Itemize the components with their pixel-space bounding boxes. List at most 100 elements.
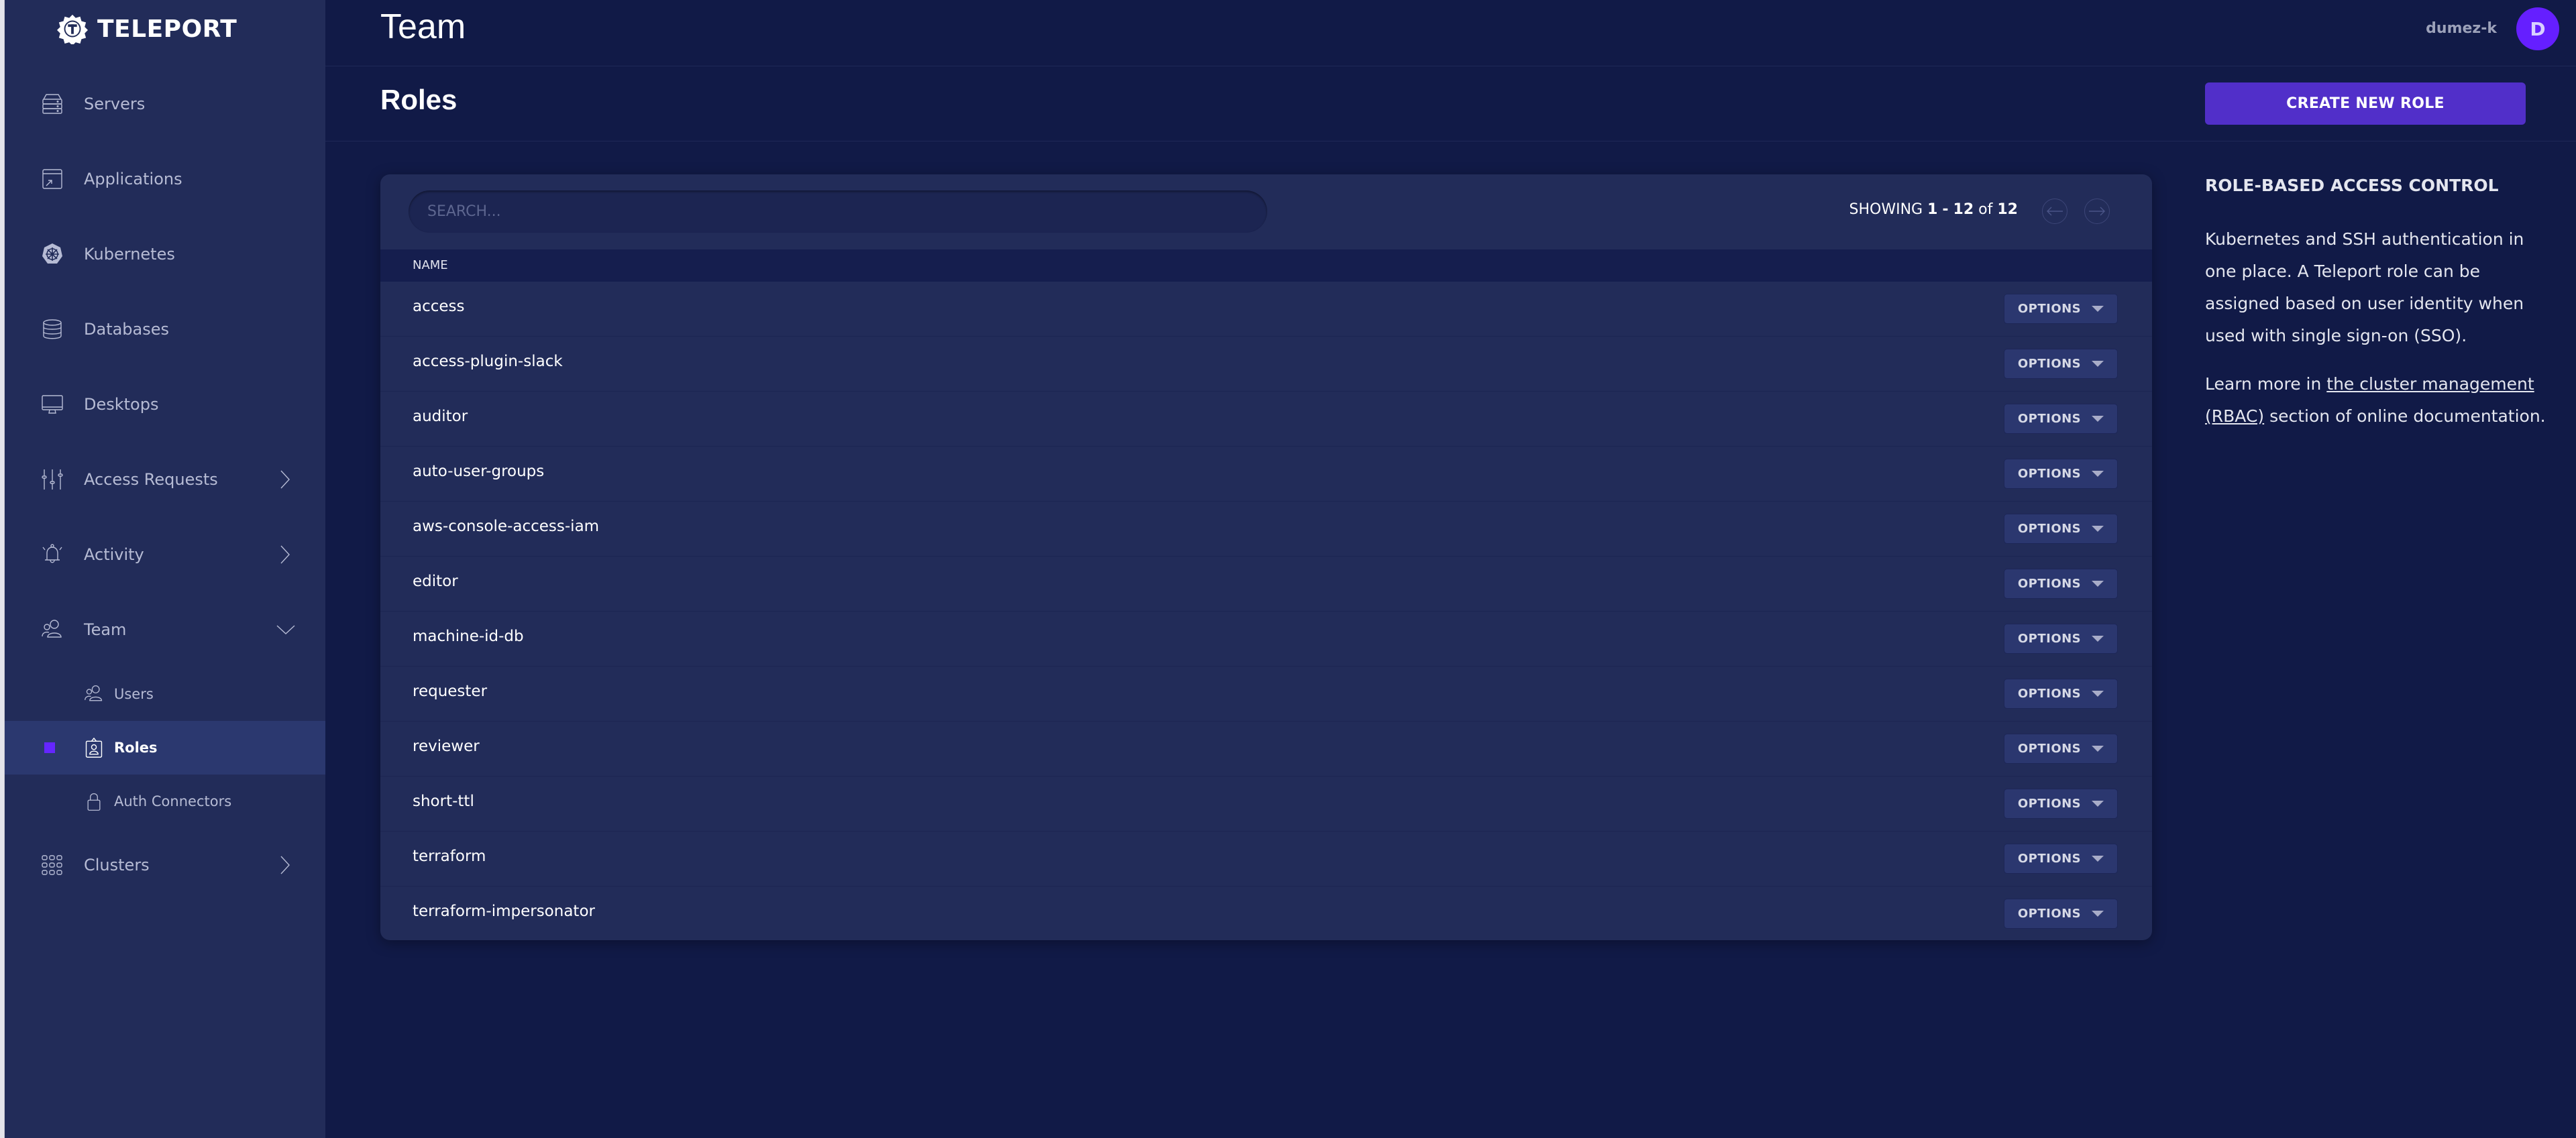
application-icon (41, 168, 64, 190)
avatar[interactable]: D (2516, 7, 2559, 50)
options-label: OPTIONS (2017, 797, 2082, 811)
table-row: machine-id-db OPTIONS (380, 612, 2152, 667)
options-button[interactable]: OPTIONS (2004, 679, 2118, 709)
sidebar-item-label: Servers (84, 95, 146, 113)
sidebar-item-desktops[interactable]: Desktops (5, 367, 325, 442)
sidebar-item-label: Databases (84, 320, 170, 339)
sidebar: TELEPORT Servers Applications Kubernetes… (5, 0, 325, 1138)
options-button[interactable]: OPTIONS (2004, 294, 2118, 324)
sidebar-item-team[interactable]: Team (5, 592, 325, 667)
options-button[interactable]: OPTIONS (2004, 349, 2118, 379)
table-toolbar: SHOWING 1 - 12 of 12 (380, 174, 2152, 249)
role-name: aws-console-access-iam (413, 518, 600, 535)
sidebar-subitem-users[interactable]: Users (5, 667, 325, 721)
search-input[interactable] (409, 190, 1267, 233)
column-header-name[interactable]: NAME (413, 258, 448, 272)
chevron-right-icon (277, 854, 293, 876)
table-row: reviewer OPTIONS (380, 722, 2152, 777)
section-title: Roles (380, 84, 458, 115)
options-button[interactable]: OPTIONS (2004, 514, 2118, 544)
create-new-role-button[interactable]: CREATE NEW ROLE (2205, 82, 2526, 125)
previous-page-button[interactable] (2042, 198, 2068, 224)
sidebar-item-databases[interactable]: Databases (5, 292, 325, 367)
sidebar-item-kubernetes[interactable]: Kubernetes (5, 217, 325, 292)
sidebar-item-activity[interactable]: Activity (5, 517, 325, 592)
options-button[interactable]: OPTIONS (2004, 624, 2118, 654)
sidebar-item-access-requests[interactable]: Access Requests (5, 442, 325, 517)
chevron-down-icon (274, 618, 297, 641)
table-row: auto-user-groups OPTIONS (380, 447, 2152, 502)
sidebar-item-label: Team (84, 620, 127, 639)
sidebar-item-label: Applications (84, 170, 182, 188)
pager-dash: - (1942, 201, 1949, 218)
arrow-right-icon (2089, 207, 2105, 216)
chevron-right-icon (277, 543, 293, 566)
background-window-edge (0, 0, 5, 1138)
info-description: Kubernetes and SSH authentication in one… (2205, 229, 2524, 345)
table-row: access OPTIONS (380, 282, 2152, 337)
sidebar-subitem-auth-connectors[interactable]: Auth Connectors (5, 775, 325, 828)
pager-of: of (1978, 201, 1993, 218)
username[interactable]: dumez-k (2426, 20, 2497, 37)
options-label: OPTIONS (2017, 632, 2082, 646)
info-learn-more: Learn more in the cluster management (RB… (2205, 368, 2554, 433)
table-row: access-plugin-slack OPTIONS (380, 337, 2152, 392)
options-button[interactable]: OPTIONS (2004, 569, 2118, 599)
options-label: OPTIONS (2017, 412, 2082, 426)
options-button[interactable]: OPTIONS (2004, 899, 2118, 929)
lock-icon (84, 791, 104, 811)
sidebar-item-clusters[interactable]: Clusters (5, 828, 325, 903)
pager-from: 1 (1927, 201, 1938, 218)
database-icon (41, 318, 64, 341)
options-button[interactable]: OPTIONS (2004, 844, 2118, 874)
sidebar-subitem-roles[interactable]: Roles (5, 721, 325, 775)
options-label: OPTIONS (2017, 302, 2082, 316)
arrow-left-icon (2047, 207, 2063, 216)
options-button[interactable]: OPTIONS (2004, 734, 2118, 764)
users-icon (84, 684, 104, 704)
desktop-icon (41, 393, 64, 416)
caret-down-icon (2092, 361, 2104, 367)
role-name: short-ttl (413, 793, 474, 810)
table-header: NAME (380, 249, 2152, 282)
learn-more-prefix: Learn more in (2205, 374, 2327, 394)
role-name: machine-id-db (413, 628, 524, 645)
options-label: OPTIONS (2017, 357, 2082, 371)
role-name: auto-user-groups (413, 463, 545, 480)
sidebar-subitem-label: Users (114, 686, 154, 702)
sidebar-item-label: Desktops (84, 395, 159, 414)
options-button[interactable]: OPTIONS (2004, 404, 2118, 434)
grid-icon (41, 854, 64, 876)
sidebar-item-label: Activity (84, 545, 144, 564)
next-page-button[interactable] (2084, 198, 2110, 224)
sidebar-item-label: Clusters (84, 856, 150, 874)
teleport-logo[interactable]: TELEPORT (57, 12, 237, 46)
options-button[interactable]: OPTIONS (2004, 789, 2118, 819)
table-body: access OPTIONS access-plugin-slack OPTIO… (380, 282, 2152, 940)
options-button[interactable]: OPTIONS (2004, 459, 2118, 489)
learn-more-suffix: section of online documentation. (2264, 406, 2546, 426)
options-label: OPTIONS (2017, 467, 2082, 481)
sidebar-item-servers[interactable]: Servers (5, 66, 325, 141)
table-row: terraform OPTIONS (380, 832, 2152, 887)
roles-table-card: SHOWING 1 - 12 of 12 NAME access OPTIONS… (380, 174, 2152, 940)
role-badge-icon (84, 737, 104, 758)
table-row: requester OPTIONS (380, 667, 2152, 722)
pagination-status: SHOWING 1 - 12 of 12 (1849, 201, 2019, 218)
page-title: Team (380, 7, 466, 46)
options-label: OPTIONS (2017, 577, 2082, 591)
sidebar-subitem-label: Auth Connectors (114, 793, 232, 809)
caret-down-icon (2092, 306, 2104, 312)
caret-down-icon (2092, 526, 2104, 532)
role-name: reviewer (413, 738, 480, 755)
role-name: editor (413, 573, 458, 590)
teleport-gear-icon (57, 14, 88, 44)
sliders-icon (41, 468, 64, 491)
caret-down-icon (2092, 856, 2104, 862)
sidebar-item-label: Kubernetes (84, 245, 175, 264)
rbac-info-panel: ROLE-BASED ACCESS CONTROL Kubernetes and… (2205, 176, 2554, 449)
table-row: editor OPTIONS (380, 557, 2152, 612)
pager-total: 12 (1997, 201, 2018, 218)
role-name: access-plugin-slack (413, 353, 563, 370)
sidebar-item-applications[interactable]: Applications (5, 141, 325, 217)
